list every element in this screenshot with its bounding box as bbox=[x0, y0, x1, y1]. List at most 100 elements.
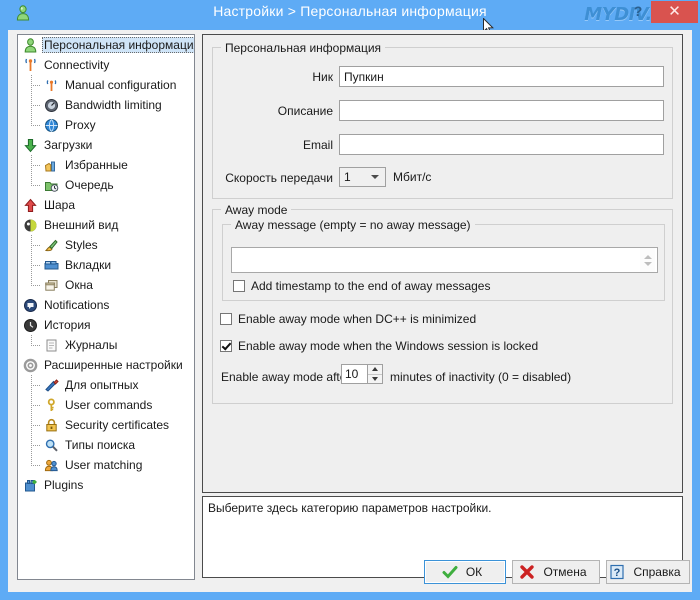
checkmark-green-icon bbox=[442, 564, 458, 580]
stepper-up-button[interactable] bbox=[368, 365, 382, 374]
upload-speed-unit: Мбит/с bbox=[393, 170, 432, 184]
sidebar-item-share[interactable]: Шара bbox=[18, 195, 194, 215]
antenna-icon bbox=[22, 57, 39, 74]
tools-icon bbox=[43, 377, 60, 394]
sidebar-item-notifications[interactable]: Notifications bbox=[18, 295, 194, 315]
upload-speed-select[interactable]: 1 bbox=[339, 167, 386, 187]
away-message-scrollbar[interactable] bbox=[640, 248, 655, 272]
nick-input[interactable] bbox=[339, 66, 664, 87]
inactivity-suffix-label: minutes of inactivity (0 = disabled) bbox=[390, 370, 572, 384]
lock-icon bbox=[43, 417, 60, 434]
settings-window: Настройки > Персональная информация MYDI… bbox=[0, 0, 700, 600]
group-legend: Персональная информация bbox=[221, 41, 386, 55]
away-when-minimized-checkbox[interactable]: Enable away mode when DC++ is minimized bbox=[220, 312, 476, 326]
favorites-icon bbox=[43, 157, 60, 174]
sidebar-item-label: Журналы bbox=[65, 338, 118, 352]
sidebar-item-label: Security certificates bbox=[65, 418, 170, 432]
window-title: Настройки > Персональная информация bbox=[213, 3, 487, 19]
sidebar-item-history[interactable]: История bbox=[18, 315, 194, 335]
sidebar-item-user-matching[interactable]: User matching bbox=[18, 455, 194, 475]
sidebar-item-advanced-settings[interactable]: Расширенные настройки bbox=[18, 355, 194, 375]
away-mode-group: Away mode Away message (empty = no away … bbox=[212, 203, 673, 404]
sidebar-item-plugins[interactable]: Plugins bbox=[18, 475, 194, 495]
ok-button[interactable]: ОК bbox=[424, 560, 506, 584]
inactivity-minutes-stepper[interactable] bbox=[341, 364, 383, 384]
svg-text:?: ? bbox=[614, 567, 621, 579]
sidebar-item-label: Расширенные настройки bbox=[44, 358, 183, 372]
sidebar-item-downloads[interactable]: Загрузки bbox=[18, 135, 194, 155]
sidebar-item-label: Notifications bbox=[44, 298, 110, 312]
sidebar-item-queue[interactable]: Очередь bbox=[18, 175, 194, 195]
sidebar-item-tabs[interactable]: Вкладки bbox=[18, 255, 194, 275]
sidebar-item-label: Proxy bbox=[65, 118, 96, 132]
sidebar-item-label: Персональная информация bbox=[42, 37, 194, 53]
cross-red-icon bbox=[519, 564, 535, 580]
sidebar-item-manual-configuration[interactable]: Manual configuration bbox=[18, 75, 194, 95]
checkbox-box bbox=[233, 280, 245, 292]
checkbox-box bbox=[220, 340, 232, 352]
sidebar-item-proxy[interactable]: Proxy bbox=[18, 115, 194, 135]
sidebar-item-label: История bbox=[44, 318, 91, 332]
queue-clock-icon bbox=[43, 177, 60, 194]
email-input[interactable] bbox=[339, 134, 664, 155]
sidebar-item-connectivity[interactable]: Connectivity bbox=[18, 55, 194, 75]
history-icon bbox=[22, 317, 39, 334]
sidebar-item-styles[interactable]: Styles bbox=[18, 235, 194, 255]
personal-information-group: Персональная информация Ник Описание Ema… bbox=[212, 41, 673, 199]
client-area: Персональная информация Connectivity Man… bbox=[8, 30, 692, 592]
gear-icon bbox=[22, 357, 39, 374]
ok-button-label: ОК bbox=[465, 565, 483, 579]
close-button[interactable]: ✕ bbox=[651, 1, 698, 23]
notification-icon bbox=[22, 297, 39, 314]
away-when-locked-checkbox[interactable]: Enable away mode when the Windows sessio… bbox=[220, 339, 538, 353]
sidebar-item-label: Типы поиска bbox=[65, 438, 136, 452]
stepper-buttons[interactable] bbox=[368, 364, 383, 384]
cancel-button[interactable]: Отмена bbox=[512, 560, 600, 584]
download-arrow-icon bbox=[22, 137, 39, 154]
upload-speed-label: Скорость передачи bbox=[225, 171, 333, 185]
scroll-up-icon bbox=[643, 254, 652, 259]
title-help-button[interactable]: ? bbox=[630, 2, 646, 20]
settings-category-tree[interactable]: Персональная информация Connectivity Man… bbox=[17, 34, 195, 580]
checkbox-label: Add timestamp to the end of away message… bbox=[251, 279, 491, 293]
add-timestamp-checkbox[interactable]: Add timestamp to the end of away message… bbox=[233, 279, 490, 293]
sidebar-item-user-commands[interactable]: User commands bbox=[18, 395, 194, 415]
sidebar-item-search-types[interactable]: Типы поиска bbox=[18, 435, 194, 455]
sidebar-item-label: Шара bbox=[44, 198, 76, 212]
sidebar-item-logs[interactable]: Журналы bbox=[18, 335, 194, 355]
sidebar-item-security-certificates[interactable]: Security certificates bbox=[18, 415, 194, 435]
key-icon bbox=[43, 397, 60, 414]
away-message-textarea[interactable] bbox=[231, 247, 658, 273]
group-legend: Away message (empty = no away message) bbox=[231, 218, 475, 232]
group-legend: Away mode bbox=[221, 203, 292, 217]
away-message-group: Away message (empty = no away message) A… bbox=[222, 218, 665, 301]
sidebar-item-label: Styles bbox=[65, 238, 98, 252]
inactivity-minutes-input[interactable] bbox=[341, 364, 368, 384]
stepper-down-button[interactable] bbox=[368, 375, 382, 384]
sidebar-item-label: User commands bbox=[65, 398, 153, 412]
sidebar-item-favorites[interactable]: Избранные bbox=[18, 155, 194, 175]
title-bar: Настройки > Персональная информация MYDI… bbox=[0, 0, 700, 35]
sidebar-item-label: Bandwidth limiting bbox=[65, 98, 162, 112]
sidebar-item-bandwidth-limiting[interactable]: Bandwidth limiting bbox=[18, 95, 194, 115]
sidebar-item-experts[interactable]: Для опытных bbox=[18, 375, 194, 395]
help-button[interactable]: ? Справка bbox=[606, 560, 690, 584]
paintbrush-icon bbox=[43, 237, 60, 254]
logs-icon bbox=[43, 337, 60, 354]
user-green-icon bbox=[22, 37, 39, 54]
sidebar-item-label: Plugins bbox=[44, 478, 84, 492]
antenna-small-icon bbox=[43, 77, 60, 94]
sidebar-item-personal-information[interactable]: Персональная информация bbox=[18, 35, 194, 55]
sidebar-item-label: Вкладки bbox=[65, 258, 112, 272]
users-icon bbox=[43, 457, 60, 474]
sidebar-item-label: Очередь bbox=[65, 178, 114, 192]
sidebar-item-label: Загрузки bbox=[44, 138, 93, 152]
tabs-icon bbox=[43, 257, 60, 274]
cancel-button-label: Отмена bbox=[543, 565, 587, 579]
sidebar-item-windows[interactable]: Окна bbox=[18, 275, 194, 295]
checkbox-box bbox=[220, 313, 232, 325]
sidebar-item-appearance[interactable]: Внешний вид bbox=[18, 215, 194, 235]
description-input[interactable] bbox=[339, 100, 664, 121]
sidebar-item-label: Manual configuration bbox=[65, 78, 177, 92]
sidebar-item-label: User matching bbox=[65, 458, 143, 472]
